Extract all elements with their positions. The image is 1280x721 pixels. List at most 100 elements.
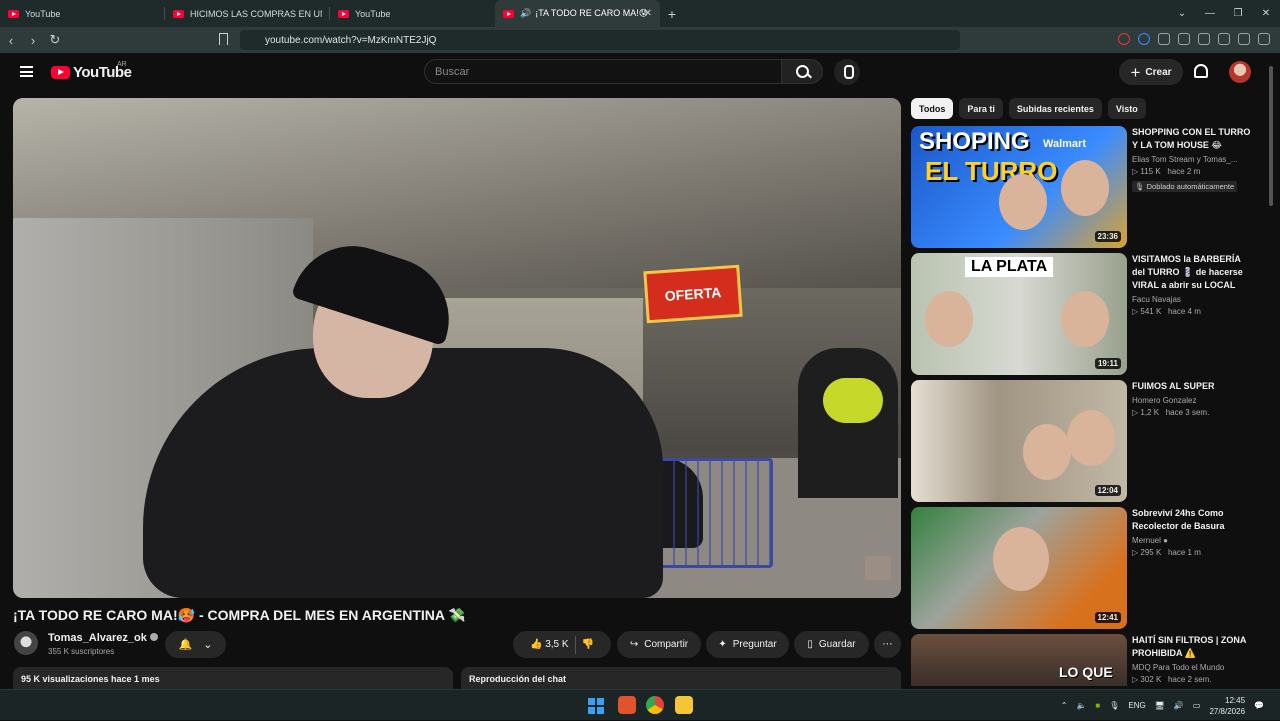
save-icon: ▯ xyxy=(807,639,813,650)
recommendation-meta: Sobreviví 24hs Como Recolector de Basura… xyxy=(1132,507,1254,557)
puzzle-icon[interactable] xyxy=(1158,33,1170,45)
recommendation-channel[interactable]: MDQ Para Todo el Mundo xyxy=(1132,663,1254,672)
recommendation-title[interactable]: SHOPPING CON EL TURRO Y LA TOM HOUSE 😂 xyxy=(1132,126,1254,152)
shield-icon[interactable] xyxy=(1238,33,1250,45)
recommendation-stats: ▷ 295 K hace 1 m xyxy=(1132,548,1201,557)
video-title: ¡TA TODO RE CARO MA!🥵 - COMPRA DEL MES E… xyxy=(13,607,466,623)
clock[interactable]: 12:45 27/8/2026 xyxy=(1209,695,1245,717)
speaker-icon[interactable]: 🔈 xyxy=(1076,701,1086,710)
youtube-favicon-icon xyxy=(173,9,184,18)
system-tray: ⌃ 🔈 ■ 🎙 ENG 🖥 🔊 ▭ 12:45 27/8/2026 💬 xyxy=(1061,690,1264,721)
dislike-icon[interactable]: 👎 xyxy=(582,639,594,650)
new-tab-button[interactable]: + xyxy=(660,6,684,22)
forward-icon[interactable]: › xyxy=(22,33,44,48)
menu-icon[interactable] xyxy=(1258,33,1270,45)
restore-icon[interactable]: ❐ xyxy=(1224,8,1252,19)
video-thumbnail[interactable]: SHOPING EL TURRO Walmart 23:36 xyxy=(911,126,1127,248)
verified-icon xyxy=(149,633,158,641)
youtube-logo[interactable]: YouTube AR xyxy=(51,61,132,81)
network-icon[interactable]: 🖥 xyxy=(1155,701,1165,710)
duration-badge: 23:36 xyxy=(1094,231,1121,242)
chat-replay-box[interactable]: Reproducción del chat xyxy=(461,667,901,689)
windows-start-icon[interactable] xyxy=(588,698,604,714)
channel-name[interactable]: Tomas_Alvarez_ok xyxy=(48,632,158,644)
file-explorer-icon[interactable] xyxy=(675,696,693,714)
description-box[interactable]: 95 K visualizaciones hace 1 mes xyxy=(13,667,453,689)
video-thumbnail[interactable]: LA PLATA 19:11 xyxy=(911,253,1127,375)
recommendation-item[interactable]: LO QUE HAITÍ SIN FILTROS | ZONA PROHIBID… xyxy=(911,634,1261,686)
save-button[interactable]: ▯ Guardar xyxy=(794,631,869,658)
search-button[interactable] xyxy=(781,59,823,84)
recommendation-stats: ▷ 302 K hace 2 sem. xyxy=(1132,675,1212,684)
recommendation-item[interactable]: 12:04 FUIMOS AL SUPER Homero Gonzalez ▷ … xyxy=(911,380,1261,502)
recommendation-item[interactable]: SHOPING EL TURRO Walmart 23:36 SHOPPING … xyxy=(911,126,1261,248)
hamburger-menu-icon[interactable] xyxy=(20,66,33,77)
recommendation-channel[interactable]: Homero Gonzalez xyxy=(1132,396,1254,405)
recommendation-channel[interactable]: Elias Tom Stream y Tomas_... xyxy=(1132,155,1254,164)
record-icon[interactable] xyxy=(1118,33,1130,45)
video-scene-scarf xyxy=(823,378,883,423)
language-indicator[interactable]: ENG xyxy=(1128,701,1145,710)
brave-browser-icon[interactable] xyxy=(618,696,636,714)
extension-icon[interactable] xyxy=(1138,33,1150,45)
video-thumbnail[interactable]: LO QUE xyxy=(911,634,1127,686)
like-button[interactable]: 👍 3,5 K xyxy=(530,639,569,650)
nvidia-icon[interactable]: ■ xyxy=(1095,701,1100,710)
browser-tab-1[interactable]: YouTube xyxy=(0,0,165,27)
browser-tab-active[interactable]: 🔊 ¡TA TODO RE CARO MA!😰 ✕ xyxy=(495,0,660,27)
back-icon[interactable]: ‹ xyxy=(0,33,22,48)
recommendation-title[interactable]: HAITÍ SIN FILTROS | ZONA PROHIBIDA ⚠️ xyxy=(1132,634,1254,660)
account-avatar[interactable] xyxy=(1229,61,1251,83)
window-controls: ⌄ — ❐ ✕ xyxy=(1168,0,1280,27)
create-button[interactable]: + Crear xyxy=(1119,59,1183,85)
channel-watermark[interactable] xyxy=(865,556,891,580)
recommendation-title[interactable]: VISITAMOS la BARBERÍA del TURRO 💈 de hac… xyxy=(1132,253,1254,292)
recommendation-channel[interactable]: Mernuel ● xyxy=(1132,536,1254,545)
recommendation-item[interactable]: LA PLATA 19:11 VISITAMOS la BARBERÍA del… xyxy=(911,253,1261,375)
ask-button[interactable]: ✦ Preguntar xyxy=(706,631,789,658)
close-window-icon[interactable]: ✕ xyxy=(1252,8,1280,19)
volume-icon[interactable]: 🔊 xyxy=(1174,701,1184,710)
video-thumbnail[interactable]: 12:41 xyxy=(911,507,1127,629)
microphone-icon[interactable]: 🎙 xyxy=(1109,701,1119,710)
subscription-bell-button[interactable]: 🔔 ⌄ xyxy=(165,631,226,658)
minimize-icon[interactable]: — xyxy=(1196,8,1224,19)
channel-avatar[interactable] xyxy=(14,631,38,655)
music-icon[interactable] xyxy=(1178,33,1190,45)
bookmark-icon[interactable] xyxy=(219,33,228,45)
chip-for-you[interactable]: Para ti xyxy=(959,98,1003,119)
recommendation-title[interactable]: FUIMOS AL SUPER xyxy=(1132,380,1254,393)
page-scrollbar[interactable] xyxy=(1268,56,1274,686)
browser-tab-2[interactable]: HICIMOS LAS COMPRAS EN UN MA xyxy=(165,0,330,27)
browser-tab-bar: YouTube HICIMOS LAS COMPRAS EN UN MA You… xyxy=(0,0,1280,27)
youtube-header: YouTube AR Buscar + Crear xyxy=(0,53,1280,91)
notification-icon[interactable]: 💬 xyxy=(1254,701,1264,710)
reading-list-icon[interactable] xyxy=(1198,33,1210,45)
battery-icon[interactable]: ▭ xyxy=(1193,701,1201,710)
wallet-icon[interactable] xyxy=(1218,33,1230,45)
address-bar[interactable]: youtube.com/watch?v=MzKmNTE2JjQ xyxy=(240,30,960,50)
video-player[interactable]: OFERTA xyxy=(13,98,901,598)
recommendation-item[interactable]: 12:41 Sobreviví 24hs Como Recolector de … xyxy=(911,507,1261,629)
chrome-icon[interactable] xyxy=(646,696,664,714)
youtube-favicon-icon xyxy=(503,9,514,18)
chip-all[interactable]: Todos xyxy=(911,98,954,119)
windows-taskbar: ⌃ 🔈 ■ 🎙 ENG 🖥 🔊 ▭ 12:45 27/8/2026 💬 xyxy=(0,689,1280,720)
voice-search-icon[interactable] xyxy=(834,59,860,85)
recommendation-channel[interactable]: Facu Navajas xyxy=(1132,295,1254,304)
chevron-up-icon[interactable]: ⌃ xyxy=(1061,701,1068,710)
notifications-bell-icon[interactable] xyxy=(1194,64,1208,78)
tab-list-icon[interactable]: ⌄ xyxy=(1168,8,1196,19)
chip-watched[interactable]: Visto xyxy=(1107,98,1146,119)
reload-icon[interactable]: ↻ xyxy=(44,32,66,48)
recommendation-stats: ▷ 541 K hace 4 m xyxy=(1132,307,1201,316)
video-thumbnail[interactable]: 12:04 xyxy=(911,380,1127,502)
browser-tab-3[interactable]: YouTube xyxy=(330,0,495,27)
recommendation-meta: HAITÍ SIN FILTROS | ZONA PROHIBIDA ⚠️ MD… xyxy=(1132,634,1254,684)
search-input[interactable]: Buscar xyxy=(424,59,782,84)
share-button[interactable]: ↪ Compartir xyxy=(617,631,701,658)
close-tab-icon[interactable]: ✕ xyxy=(644,8,652,19)
more-options-button[interactable]: ⋯ xyxy=(874,631,901,658)
recommendation-title[interactable]: Sobreviví 24hs Como Recolector de Basura xyxy=(1132,507,1254,533)
chip-recent-uploads[interactable]: Subidas recientes xyxy=(1008,98,1102,119)
